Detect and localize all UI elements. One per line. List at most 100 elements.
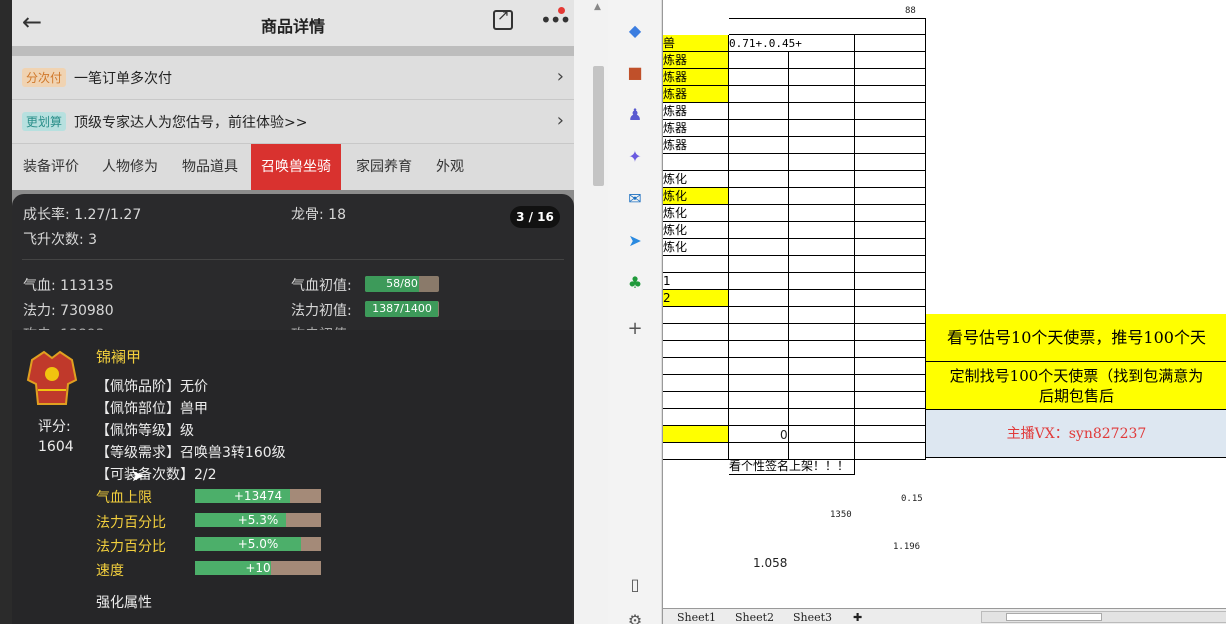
cell[interactable]	[855, 222, 926, 239]
cell[interactable]	[789, 392, 855, 409]
cell[interactable]	[855, 137, 926, 154]
cell[interactable]	[789, 375, 855, 392]
browser-scrollbar[interactable]: ▲	[574, 0, 608, 624]
cell[interactable]: 0.71+.0.45+	[729, 35, 855, 52]
cell[interactable]	[663, 256, 729, 273]
cell[interactable]: 炼化	[663, 188, 729, 205]
cell[interactable]	[855, 239, 926, 256]
cell[interactable]	[663, 375, 729, 392]
cell[interactable]	[789, 273, 855, 290]
cell[interactable]	[729, 52, 789, 69]
cell[interactable]	[729, 256, 789, 273]
cell[interactable]	[729, 239, 789, 256]
cell[interactable]	[855, 120, 926, 137]
cell[interactable]	[789, 103, 855, 120]
copilot-icon[interactable]: ✦	[626, 148, 644, 166]
cell[interactable]	[855, 290, 926, 307]
share-icon[interactable]	[493, 6, 513, 30]
sheet-tab-2[interactable]: Sheet2	[735, 611, 774, 624]
cell[interactable]	[663, 392, 729, 409]
tab-pets[interactable]: 召唤兽坐骑	[251, 144, 341, 190]
cell[interactable]: 炼器	[663, 137, 729, 154]
tab-items[interactable]: 物品道具	[182, 144, 238, 190]
cell[interactable]	[729, 409, 789, 426]
cell[interactable]	[663, 358, 729, 375]
cell[interactable]: 炼器	[663, 52, 729, 69]
cell[interactable]	[729, 205, 789, 222]
cell[interactable]	[729, 154, 789, 171]
cell[interactable]	[729, 171, 789, 188]
cell[interactable]: 炼器	[663, 69, 729, 86]
cell[interactable]	[729, 392, 789, 409]
cell[interactable]	[789, 307, 855, 324]
more-icon[interactable]: •••	[540, 8, 571, 32]
tab-character[interactable]: 人物修为	[102, 144, 158, 190]
send-icon[interactable]: ➤	[626, 232, 644, 250]
sidebar-toggle-icon[interactable]: ▯	[626, 576, 644, 594]
cell[interactable]	[729, 324, 789, 341]
cell[interactable]: 炼化	[663, 239, 729, 256]
cell[interactable]	[789, 256, 855, 273]
cell[interactable]	[789, 358, 855, 375]
cell[interactable]	[855, 341, 926, 358]
cell[interactable]: 炼器	[663, 86, 729, 103]
cell[interactable]	[789, 324, 855, 341]
horizontal-scrollbar[interactable]	[981, 611, 1226, 623]
tab-equipment[interactable]: 装备评价	[23, 144, 79, 190]
cell[interactable]	[789, 341, 855, 358]
cell[interactable]: 炼化	[663, 171, 729, 188]
cell[interactable]	[789, 154, 855, 171]
cell[interactable]	[855, 154, 926, 171]
cell[interactable]	[663, 154, 729, 171]
promo-banner-2[interactable]: 定制找号100个天使票（找到包满意为 后期包售后	[926, 362, 1226, 410]
cell[interactable]	[855, 69, 926, 86]
add-icon[interactable]: +	[626, 320, 644, 338]
cell[interactable]	[729, 307, 789, 324]
merged-cell[interactable]: 看个性签名上架！！！	[729, 458, 855, 475]
cell[interactable]	[729, 273, 789, 290]
cell[interactable]	[729, 86, 789, 103]
cell[interactable]	[789, 409, 855, 426]
cell[interactable]	[729, 103, 789, 120]
sheet-tab-1[interactable]: Sheet1	[677, 611, 716, 624]
cell[interactable]	[789, 86, 855, 103]
cell[interactable]	[729, 222, 789, 239]
cell[interactable]	[729, 358, 789, 375]
tab-home[interactable]: 家园养育	[356, 144, 412, 190]
cell[interactable]	[855, 205, 926, 222]
cell[interactable]	[855, 35, 926, 52]
cell[interactable]: 兽	[663, 35, 729, 52]
cell[interactable]	[855, 103, 926, 120]
cell[interactable]	[855, 409, 926, 426]
promo-banner-3[interactable]: 主播VX：syn827237	[926, 410, 1226, 458]
scroll-up-icon[interactable]: ▲	[594, 2, 601, 12]
games-icon[interactable]: ♟	[626, 106, 644, 124]
cell[interactable]	[855, 171, 926, 188]
cell[interactable]	[729, 290, 789, 307]
cell[interactable]	[789, 137, 855, 154]
cell[interactable]	[663, 426, 729, 443]
cell[interactable]	[855, 273, 926, 290]
cell[interactable]	[855, 188, 926, 205]
cell[interactable]	[729, 69, 789, 86]
cell[interactable]: 炼器	[663, 120, 729, 137]
cell[interactable]	[789, 426, 855, 443]
gear-icon[interactable]: ⚙	[626, 612, 644, 624]
cell[interactable]	[729, 18, 926, 35]
cell[interactable]	[855, 86, 926, 103]
promo-banner-1[interactable]: 看号估号10个天使票，推号100个天	[926, 314, 1226, 362]
cell[interactable]	[729, 375, 789, 392]
cell[interactable]	[855, 358, 926, 375]
cell[interactable]	[855, 392, 926, 409]
cell[interactable]	[789, 120, 855, 137]
cell[interactable]	[855, 52, 926, 69]
cell[interactable]	[789, 239, 855, 256]
cell[interactable]: 2	[663, 290, 729, 307]
cell[interactable]	[729, 188, 789, 205]
cell[interactable]	[789, 290, 855, 307]
cell[interactable]	[663, 307, 729, 324]
cell[interactable]	[855, 256, 926, 273]
tree-icon[interactable]: ♣	[626, 274, 644, 292]
sheet-tab-3[interactable]: Sheet3	[793, 611, 832, 624]
cell[interactable]	[729, 341, 789, 358]
